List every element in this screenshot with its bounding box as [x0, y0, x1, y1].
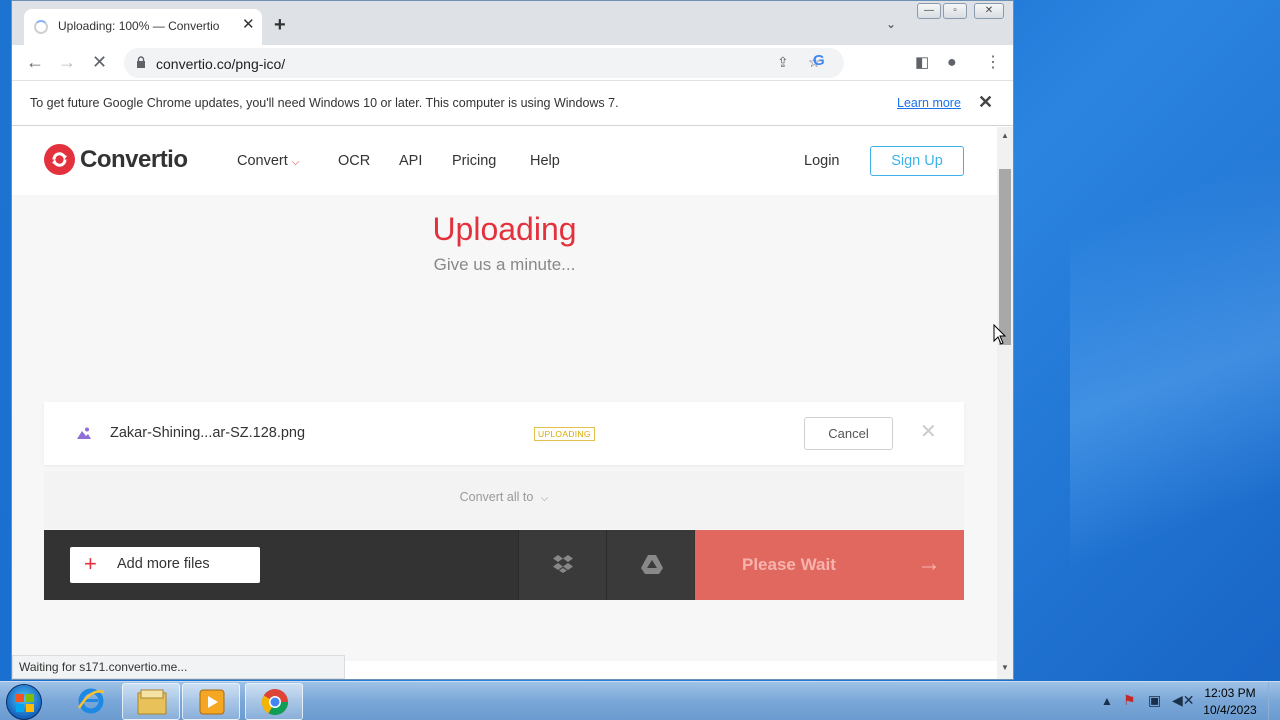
- start-button[interactable]: [6, 684, 42, 720]
- volume-muted-icon[interactable]: ◀✕: [1172, 692, 1195, 709]
- media-player-icon: [199, 689, 225, 715]
- back-arrow-icon[interactable]: ←: [26, 52, 44, 72]
- tab-title: Uploading: 100% — Convertio: [58, 19, 220, 33]
- share-icon[interactable]: ⇪: [777, 54, 789, 71]
- mouse-cursor-icon: [993, 324, 1007, 345]
- tab-strip: Uploading: 100% — Convertio ✕ + ⌄ — ▫ ✕: [12, 1, 1013, 45]
- stop-loading-icon[interactable]: ✕: [92, 52, 107, 72]
- tab-close-icon[interactable]: ✕: [242, 17, 255, 33]
- page-title: Uploading: [432, 211, 577, 247]
- minimize-button[interactable]: —: [917, 3, 941, 19]
- scroll-up-arrow-icon[interactable]: ▲: [1001, 131, 1009, 140]
- logo-wordmark[interactable]: Convertio: [80, 146, 188, 174]
- browser-menu-icon[interactable]: ⋮: [985, 53, 1001, 73]
- windows-logo-icon: [16, 694, 34, 712]
- convert-all-label: Convert all to: [459, 490, 534, 504]
- show-hidden-icons-arrow-icon[interactable]: ▲: [1101, 694, 1113, 708]
- close-window-button[interactable]: ✕: [974, 3, 1004, 19]
- nav-help[interactable]: Help: [530, 153, 560, 169]
- clock-date[interactable]: 10/4/2023: [1196, 703, 1264, 717]
- new-tab-plus-icon[interactable]: +: [274, 15, 286, 35]
- convert-all-dropdown[interactable]: Convert all to ⌵: [44, 471, 964, 529]
- please-wait-button[interactable]: Please Wait →: [695, 530, 964, 600]
- network-icon[interactable]: ▣: [1148, 692, 1161, 709]
- browser-toolbar: ← → ✕ convertio.co/png-ico/ ☆ ⇪ ◧ ● ⋮: [12, 45, 1013, 81]
- action-bar: + Add more files Please Wait →: [44, 530, 964, 600]
- nav-convert[interactable]: Convert ⌵: [237, 153, 299, 169]
- google-drive-button[interactable]: [606, 530, 694, 600]
- maximize-button[interactable]: ▫: [943, 3, 967, 19]
- scroll-thumb[interactable]: [999, 169, 1011, 345]
- plus-icon: +: [84, 551, 97, 576]
- page-scrollbar[interactable]: ▲ ▼: [997, 127, 1013, 679]
- update-infobar: To get future Google Chrome updates, you…: [12, 82, 1013, 126]
- taskbar-internet-explorer[interactable]: [62, 683, 120, 720]
- dropbox-button[interactable]: [518, 530, 606, 600]
- google-lens-icon[interactable]: G: [813, 52, 825, 69]
- status-badge: UPLOADING: [534, 427, 595, 441]
- infobar-message: To get future Google Chrome updates, you…: [30, 96, 619, 110]
- browser-tab[interactable]: Uploading: 100% — Convertio ✕: [24, 9, 262, 45]
- status-bubble: Waiting for s171.convertio.me...: [12, 655, 345, 679]
- nav-pricing[interactable]: Pricing: [452, 153, 496, 169]
- taskbar-file-explorer[interactable]: [122, 683, 180, 720]
- page-subtitle: Give us a minute...: [433, 255, 576, 274]
- login-link[interactable]: Login: [804, 153, 839, 169]
- chevron-down-icon: ⌵: [540, 493, 549, 504]
- add-more-files-label: Add more files: [117, 556, 210, 572]
- clock-time[interactable]: 12:03 PM: [1196, 686, 1264, 700]
- action-center-flag-icon[interactable]: ⚑: [1123, 692, 1136, 709]
- lock-icon: [137, 56, 145, 68]
- forward-arrow-icon[interactable]: →: [58, 52, 76, 72]
- infobar-close-icon[interactable]: ✕: [978, 92, 993, 113]
- remove-file-icon[interactable]: ✕: [920, 422, 937, 442]
- arrow-right-icon: →: [917, 550, 941, 577]
- file-name: Zakar-Shining...ar-SZ.128.png: [110, 425, 306, 441]
- page-content: Convertio Convert ⌵ OCR API Pricing Help …: [12, 127, 997, 661]
- desktop-light-streak: [1070, 0, 1280, 681]
- taskbar-chrome[interactable]: [245, 683, 303, 720]
- google-drive-icon: [641, 555, 663, 574]
- please-wait-label: Please Wait: [742, 555, 836, 574]
- learn-more-link[interactable]: Learn more: [897, 96, 961, 110]
- nav-api[interactable]: API: [399, 153, 422, 169]
- site-header: Convertio Convert ⌵ OCR API Pricing Help …: [12, 127, 997, 195]
- taskbar: ▲ ⚑ ▣ ◀✕: [0, 681, 1280, 720]
- image-file-icon: [77, 427, 91, 439]
- loading-spinner-icon: [34, 20, 48, 34]
- url-text: convertio.co/png-ico/: [156, 56, 286, 72]
- tab-search-chevron-icon[interactable]: ⌄: [886, 17, 896, 31]
- file-row: Zakar-Shining...ar-SZ.128.png UPLOADING …: [44, 402, 964, 465]
- taskbar-media-player[interactable]: [182, 683, 240, 720]
- profile-avatar-icon[interactable]: ●: [947, 53, 957, 73]
- signup-button[interactable]: Sign Up: [870, 146, 964, 176]
- browser-window: Uploading: 100% — Convertio ✕ + ⌄ — ▫ ✕ …: [11, 0, 1014, 680]
- dropbox-icon: [553, 555, 573, 573]
- chrome-icon: [261, 689, 289, 716]
- add-more-files-button[interactable]: + Add more files: [70, 547, 260, 583]
- address-bar[interactable]: convertio.co/png-ico/ ☆ ⇪: [124, 48, 844, 78]
- scroll-down-arrow-icon[interactable]: ▼: [1001, 663, 1009, 672]
- chevron-down-icon: ⌵: [291, 157, 300, 168]
- nav-convert-label: Convert: [237, 153, 288, 169]
- side-panel-icon[interactable]: ◧: [915, 53, 929, 73]
- nav-ocr[interactable]: OCR: [338, 153, 370, 169]
- internet-explorer-icon: [77, 688, 105, 714]
- folder-icon: [137, 689, 167, 715]
- show-desktop-button[interactable]: [1268, 682, 1280, 720]
- cancel-button[interactable]: Cancel: [804, 417, 893, 450]
- convertio-logo-icon[interactable]: [44, 144, 75, 175]
